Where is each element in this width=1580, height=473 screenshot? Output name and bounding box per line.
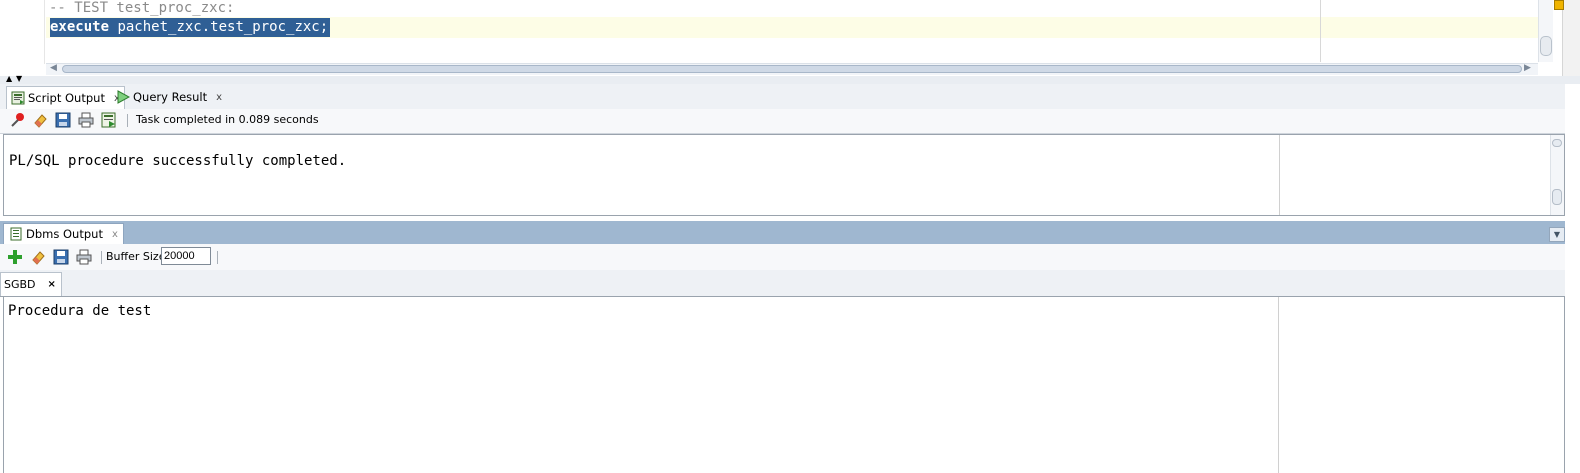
save-icon[interactable] bbox=[55, 112, 71, 128]
close-icon[interactable]: × bbox=[48, 279, 56, 290]
scroll-thumb-top[interactable] bbox=[1552, 139, 1562, 147]
run-script-icon[interactable] bbox=[101, 112, 117, 128]
script-output-area[interactable]: PL/SQL procedure successfully completed. bbox=[3, 134, 1565, 216]
tab-connection-sgbd[interactable]: SGBD × bbox=[0, 272, 62, 296]
play-icon bbox=[117, 90, 130, 104]
buffer-size-label: Buffer Size: bbox=[106, 250, 170, 263]
print-icon[interactable] bbox=[78, 112, 94, 128]
editor-horizontal-scroll-thumb[interactable] bbox=[62, 65, 1522, 73]
editor-right-margin bbox=[1320, 0, 1321, 62]
output-right-margin bbox=[1279, 135, 1280, 215]
warning-marker-icon[interactable] bbox=[1554, 0, 1564, 10]
minimize-panel-icon[interactable]: ▼ bbox=[1549, 227, 1565, 242]
toolbar-separator bbox=[127, 114, 128, 127]
dbms-output-icon bbox=[10, 227, 22, 241]
tab-label: Query Result bbox=[133, 90, 208, 104]
tab-query-result[interactable]: Query Result x bbox=[112, 86, 226, 108]
save-icon[interactable] bbox=[53, 249, 69, 265]
eraser-icon[interactable] bbox=[30, 249, 46, 265]
task-status-text: Task completed in 0.089 seconds bbox=[136, 113, 319, 126]
collapse-up-icon[interactable]: ▲ bbox=[6, 74, 12, 83]
dbms-output-area[interactable]: Procedura de test bbox=[3, 297, 1565, 473]
tab-label: Dbms Output bbox=[26, 227, 103, 241]
editor-overview-ruler bbox=[1562, 0, 1580, 76]
panel-splitter[interactable]: ▲ ▼ bbox=[0, 74, 1580, 84]
editor-selected-statement[interactable]: execute pachet_zxc.test_proc_zxc; bbox=[50, 18, 331, 37]
tab-dbms-output[interactable]: Dbms Output x bbox=[3, 223, 124, 244]
tab-label: Script Output bbox=[28, 91, 105, 105]
toolbar-separator bbox=[101, 251, 102, 264]
connection-tab-label: SGBD bbox=[4, 278, 36, 291]
close-icon[interactable]: x bbox=[112, 229, 118, 240]
right-edge bbox=[1565, 84, 1580, 473]
script-output-icon bbox=[11, 91, 25, 105]
dbms-output-header bbox=[0, 221, 1565, 244]
output-tab-strip: Script Output x Query Result x bbox=[0, 84, 1565, 110]
statement-text: pachet_zxc.test_proc_zxc; bbox=[109, 19, 329, 35]
dbms-output-toolbar bbox=[0, 244, 1565, 271]
editor-comment-line: -- TEST test_proc_zxc: bbox=[49, 0, 235, 16]
add-connection-icon[interactable] bbox=[7, 249, 23, 265]
collapse-down-icon[interactable]: ▼ bbox=[16, 74, 22, 83]
editor-gutter bbox=[0, 0, 45, 64]
execute-keyword: execute bbox=[50, 19, 110, 35]
output-right-margin bbox=[1278, 297, 1279, 473]
buffer-size-input[interactable] bbox=[161, 247, 211, 265]
pin-icon[interactable] bbox=[10, 112, 26, 128]
scroll-left-arrow-icon[interactable]: ◀ bbox=[50, 63, 57, 73]
sql-editor[interactable]: -- TEST test_proc_zxc: execute pachet_zx… bbox=[0, 0, 1580, 77]
script-output-text: PL/SQL procedure successfully completed. bbox=[9, 153, 347, 169]
close-icon[interactable]: x bbox=[216, 92, 222, 103]
connection-tab-strip bbox=[0, 270, 1565, 297]
print-icon[interactable] bbox=[76, 249, 92, 265]
tab-script-output[interactable]: Script Output x bbox=[6, 86, 125, 109]
dbms-output-text: Procedura de test bbox=[8, 303, 152, 319]
scroll-right-arrow-icon[interactable]: ▶ bbox=[1524, 63, 1531, 73]
scroll-thumb-bottom[interactable] bbox=[1552, 189, 1562, 205]
toolbar-separator bbox=[217, 251, 218, 264]
editor-vertical-scroll-thumb[interactable] bbox=[1540, 36, 1552, 56]
eraser-icon[interactable] bbox=[32, 112, 48, 128]
